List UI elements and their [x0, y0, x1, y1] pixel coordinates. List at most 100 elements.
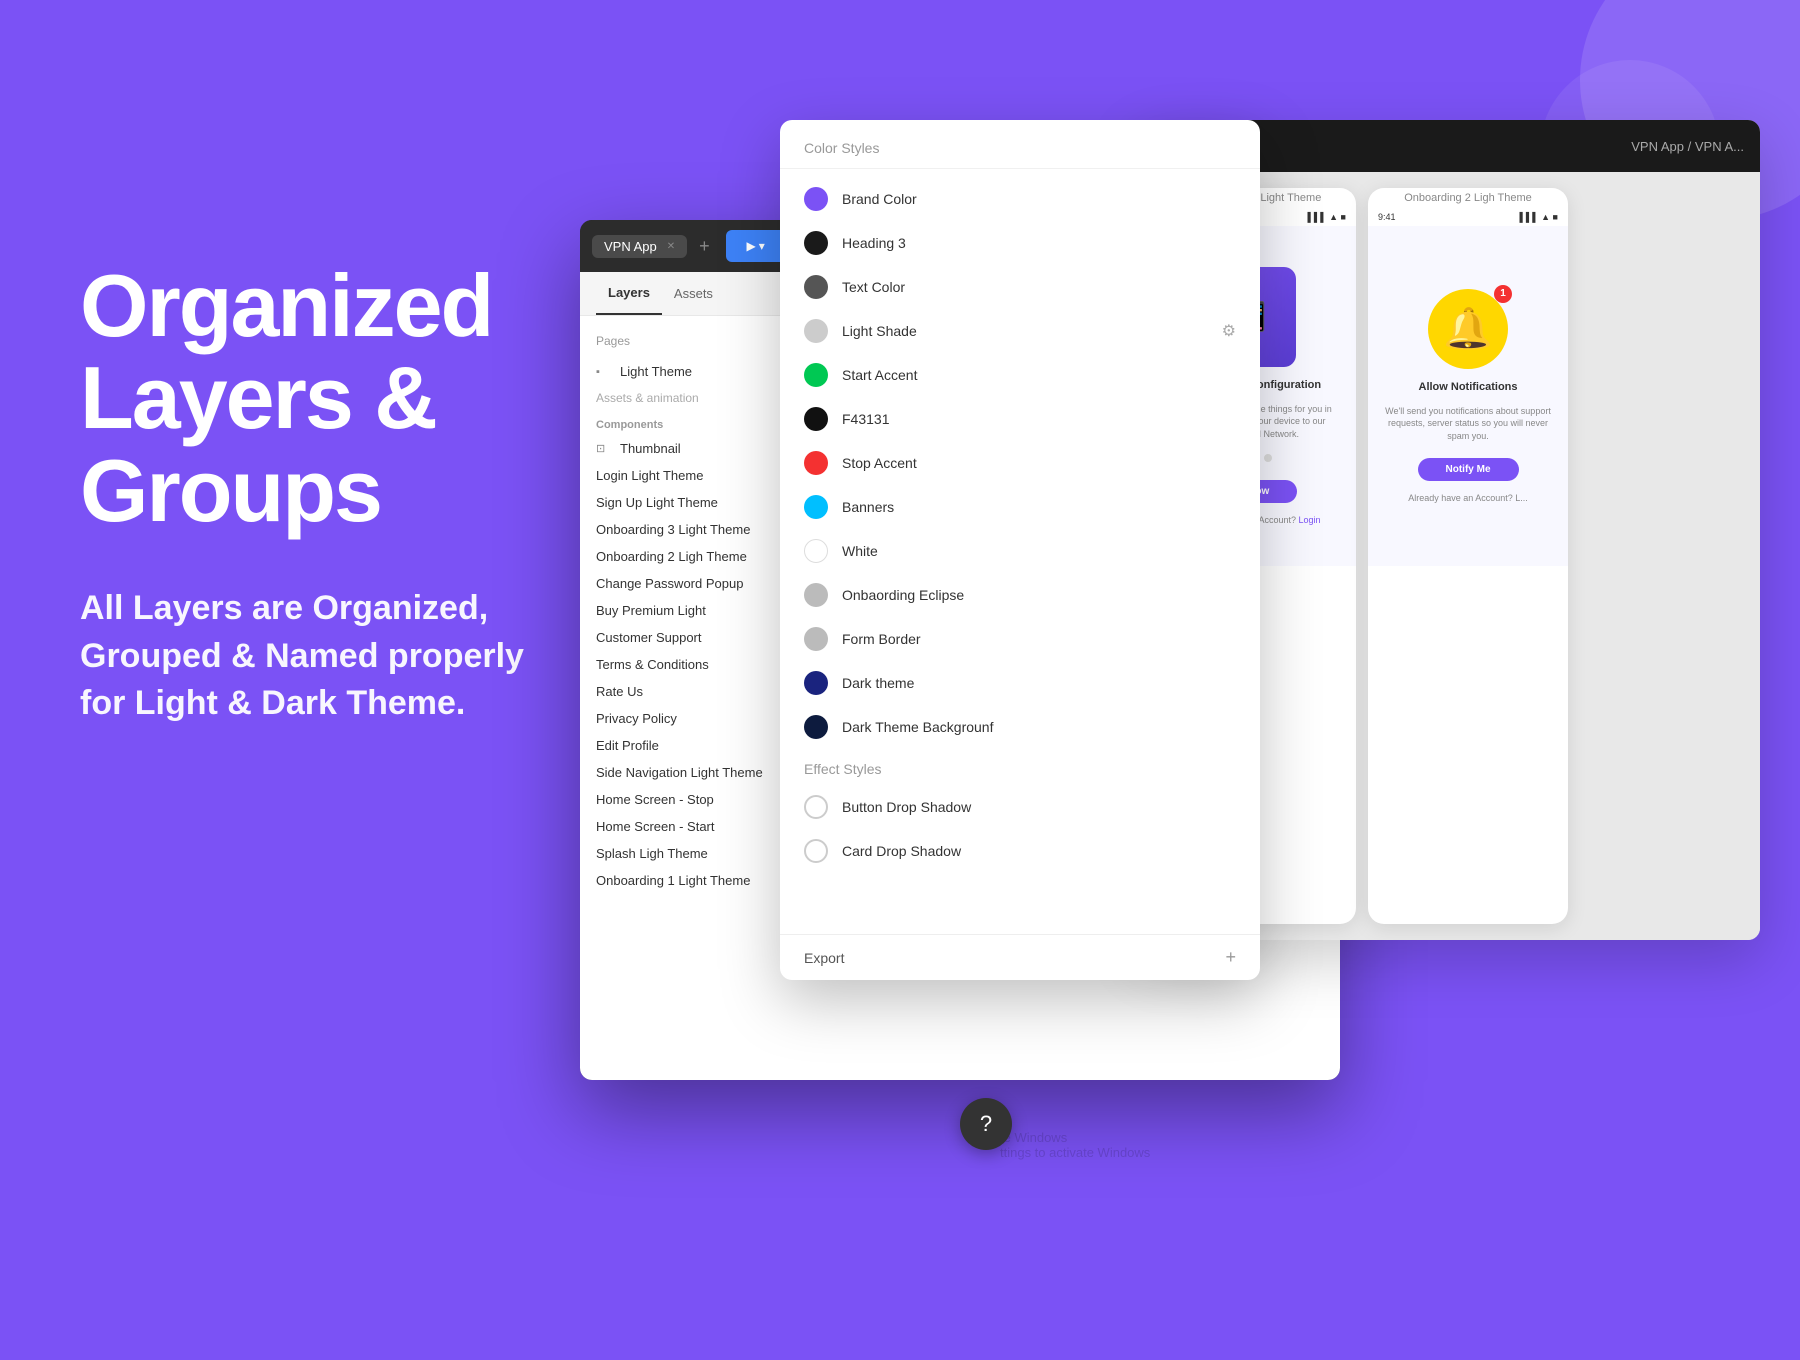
breadcrumb: VPN App / VPN A... — [1631, 139, 1744, 154]
dark-theme-label: Dark theme — [842, 675, 1236, 691]
help-icon: ? — [980, 1111, 992, 1137]
layer-label: Change Password Popup — [596, 576, 743, 591]
form-border-dot — [804, 627, 828, 651]
layer-label: Customer Support — [596, 630, 702, 645]
figma-tab-active[interactable]: VPN App ✕ — [592, 235, 687, 258]
layer-label: Sign Up Light Theme — [596, 495, 718, 510]
onboarding-eclipse-label: Onbaording Eclipse — [842, 587, 1236, 603]
color-item-dark-bg[interactable]: Dark Theme Backgrounf — [780, 705, 1260, 749]
watermark-line1: te Windows — [1000, 1130, 1150, 1145]
f43131-dot — [804, 407, 828, 431]
status-bar-2: 9:41 ▌▌▌ ▲ ■ — [1368, 208, 1568, 226]
heading-color-dot — [804, 231, 828, 255]
tab-assets[interactable]: Assets — [662, 272, 725, 315]
color-panel: Color Styles Brand Color Heading 3 Text … — [780, 120, 1260, 980]
color-item-dark-theme[interactable]: Dark theme — [780, 661, 1260, 705]
card2-button[interactable]: Notify Me — [1418, 458, 1519, 481]
bell-wrapper: 🔔 1 — [1428, 289, 1508, 369]
help-button[interactable]: ? — [960, 1098, 1012, 1150]
color-item-onboarding-eclipse[interactable]: Onbaording Eclipse — [780, 573, 1260, 617]
stop-accent-label: Stop Accent — [842, 455, 1236, 471]
ui-area: VPN App ✕ + ▶ ▾ ⊞ ▾ □ ▾ ⌧ ▾ — [580, 120, 1760, 1220]
start-accent-dot — [804, 363, 828, 387]
layer-label: Onboarding 1 Light Theme — [596, 873, 750, 888]
dark-theme-dot — [804, 671, 828, 695]
form-border-label: Form Border — [842, 631, 1236, 647]
phone-card-2: Onboarding 2 Ligh Theme 9:41 ▌▌▌ ▲ ■ 🔔 1… — [1368, 188, 1568, 924]
dark-bg-dot — [804, 715, 828, 739]
export-add-icon[interactable]: + — [1225, 947, 1236, 968]
color-item-f43131[interactable]: F43131 — [780, 397, 1260, 441]
color-item-banners[interactable]: Banners — [780, 485, 1260, 529]
login-link[interactable]: Login — [1299, 515, 1321, 525]
color-panel-header: Color Styles — [780, 120, 1260, 169]
stop-accent-dot — [804, 451, 828, 475]
color-item-form-border[interactable]: Form Border — [780, 617, 1260, 661]
effect-item-button-shadow[interactable]: Button Drop Shadow — [780, 785, 1260, 829]
card2-title: Allow Notifications — [1419, 381, 1518, 393]
f43131-label: F43131 — [842, 411, 1236, 427]
layer-label: Side Navigation Light Theme — [596, 765, 763, 780]
effect-item-card-shadow[interactable]: Card Drop Shadow — [780, 829, 1260, 873]
layer-label: Home Screen - Start — [596, 819, 715, 834]
card2-label: Onboarding 2 Ligh Theme — [1368, 188, 1568, 208]
text-color-label: Text Color — [842, 279, 1236, 295]
filter-icon[interactable]: ⚙ — [1222, 321, 1236, 341]
card2-text: We'll send you notifications about suppo… — [1384, 405, 1552, 443]
signal-icon: ▌▌▌ ▲ ■ — [1308, 212, 1346, 222]
brand-color-label: Brand Color — [842, 191, 1236, 207]
color-item-start-accent[interactable]: Start Accent — [780, 353, 1260, 397]
brand-color-dot — [804, 187, 828, 211]
color-styles-title: Color Styles — [804, 140, 879, 156]
layer-label: Onboarding 3 Light Theme — [596, 522, 750, 537]
layer-label: Terms & Conditions — [596, 657, 709, 672]
tab-label: VPN App — [604, 239, 657, 254]
card-shadow-label: Card Drop Shadow — [842, 843, 1236, 859]
layer-label: Login Light Theme — [596, 468, 703, 483]
lightshade-color-dot — [804, 319, 828, 343]
banners-dot — [804, 495, 828, 519]
start-accent-label: Start Accent — [842, 367, 1236, 383]
layer-label: Assets & animation — [596, 391, 699, 405]
dark-bg-label: Dark Theme Backgrounf — [842, 719, 1236, 735]
layer-label: Buy Premium Light — [596, 603, 706, 618]
layer-label: Home Screen - Stop — [596, 792, 714, 807]
add-tab-button[interactable]: + — [699, 236, 710, 257]
layer-label: Light Theme — [620, 364, 692, 379]
tab-layers[interactable]: Layers — [596, 272, 662, 315]
arrow-tool[interactable]: ▶ ▾ — [726, 230, 786, 262]
text-color-dot — [804, 275, 828, 299]
onboarding-eclipse-dot — [804, 583, 828, 607]
color-item-white[interactable]: White — [780, 529, 1260, 573]
card2-link: Already have an Account? L... — [1408, 493, 1528, 503]
windows-watermark: te Windows ttings to activate Windows — [1000, 1130, 1150, 1160]
color-list: Brand Color Heading 3 Text Color Light S… — [780, 169, 1260, 949]
tab-close-icon[interactable]: ✕ — [667, 241, 675, 252]
layer-label: Rate Us — [596, 684, 643, 699]
layer-label: Onboarding 2 Ligh Theme — [596, 549, 747, 564]
layer-label: Thumbnail — [620, 441, 681, 456]
white-dot — [804, 539, 828, 563]
export-section: Export + — [780, 934, 1260, 980]
layer-label: Privacy Policy — [596, 711, 677, 726]
color-item-lightshade[interactable]: Light Shade ⚙ — [780, 309, 1260, 353]
dot-indicator-2 — [1264, 454, 1272, 462]
card-shadow-icon — [804, 839, 828, 863]
layer-label: Edit Profile — [596, 738, 659, 753]
phone-screen-2: 🔔 1 Allow Notifications We'll send you n… — [1368, 226, 1568, 566]
banners-label: Banners — [842, 499, 1236, 515]
button-shadow-label: Button Drop Shadow — [842, 799, 1236, 815]
white-label: White — [842, 543, 1236, 559]
layer-icon: ▪ — [596, 366, 612, 378]
arrow-dropdown: ▾ — [759, 239, 765, 253]
layer-label: Splash Ligh Theme — [596, 846, 708, 861]
color-item-heading[interactable]: Heading 3 — [780, 221, 1260, 265]
watermark-line2: ttings to activate Windows — [1000, 1145, 1150, 1160]
color-item-text[interactable]: Text Color — [780, 265, 1260, 309]
button-shadow-icon — [804, 795, 828, 819]
time-display-2: 9:41 — [1378, 212, 1396, 222]
color-item-brand[interactable]: Brand Color — [780, 177, 1260, 221]
color-item-stop-accent[interactable]: Stop Accent — [780, 441, 1260, 485]
thumbnail-icon: ⊡ — [596, 442, 612, 455]
signal-icon-2: ▌▌▌ ▲ ■ — [1520, 212, 1558, 222]
